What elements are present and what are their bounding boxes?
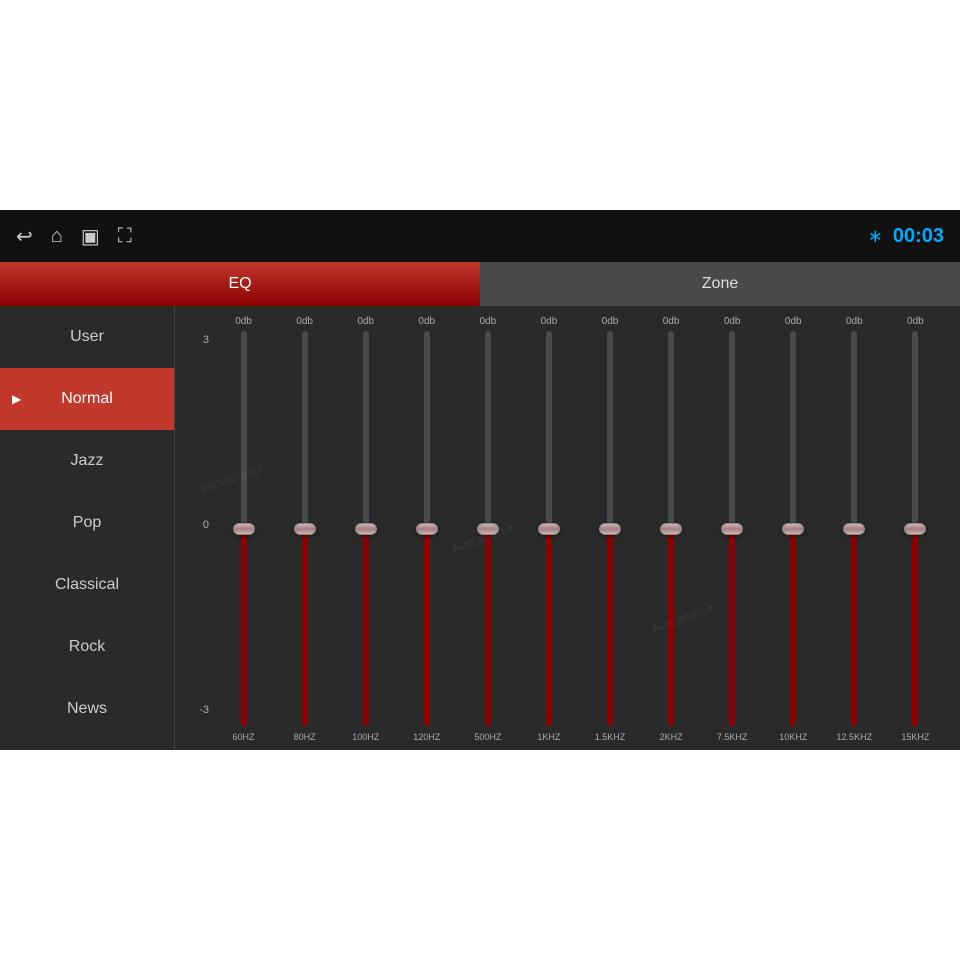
freq-label-8: 7.5KHZ xyxy=(717,732,748,742)
freq-label-9: 10KHZ xyxy=(779,732,807,742)
slider-thumb-3[interactable] xyxy=(416,523,438,535)
window-icon[interactable]: ▣ xyxy=(81,224,100,249)
slider-track-1[interactable] xyxy=(302,331,308,726)
main-content: User Normal Jazz Pop Classical Rock News xyxy=(0,306,960,750)
nav-icons: ↩ ⌂ ▣ ⛶ xyxy=(16,224,132,249)
slider-thumb-6[interactable] xyxy=(599,523,621,535)
slider-track-3[interactable] xyxy=(424,331,430,726)
slider-thumb-9[interactable] xyxy=(782,523,804,535)
eq-band-10KHZ[interactable]: 0db 10KHZ xyxy=(763,316,824,742)
slider-track-10[interactable] xyxy=(851,331,857,726)
tab-bar: EQ Zone xyxy=(0,262,960,306)
sidebar-item-pop[interactable]: Pop xyxy=(0,492,174,554)
sidebar-item-user[interactable]: User xyxy=(0,306,174,368)
freq-label-0: 60HZ xyxy=(233,732,255,742)
sidebar-item-jazz[interactable]: Jazz xyxy=(0,430,174,492)
db-label-5: 0db xyxy=(541,316,558,327)
freq-label-6: 1.5KHZ xyxy=(595,732,626,742)
db-label-11: 0db xyxy=(907,316,924,327)
db-label-3: 0db xyxy=(418,316,435,327)
slider-track-4[interactable] xyxy=(485,331,491,726)
db-label-2: 0db xyxy=(357,316,374,327)
sidebar-item-classical[interactable]: Classical xyxy=(0,554,174,616)
slider-thumb-11[interactable] xyxy=(904,523,926,535)
freq-label-3: 120HZ xyxy=(413,732,440,742)
slider-track-2[interactable] xyxy=(363,331,369,726)
slider-track-11[interactable] xyxy=(912,331,918,726)
freq-label-5: 1KHZ xyxy=(537,732,560,742)
db-label-6: 0db xyxy=(602,316,619,327)
slider-thumb-7[interactable] xyxy=(660,523,682,535)
slider-thumb-4[interactable] xyxy=(477,523,499,535)
sidebar-item-rock[interactable]: Rock xyxy=(0,616,174,678)
sidebar-item-normal[interactable]: Normal xyxy=(0,368,174,430)
eq-band-120HZ[interactable]: 0db 120HZ xyxy=(396,316,457,742)
eq-band-60HZ[interactable]: 0db 60HZ xyxy=(213,316,274,742)
slider-track-9[interactable] xyxy=(790,331,796,726)
time-display: 00:03 xyxy=(893,225,944,248)
eq-band-12.5KHZ[interactable]: 0db 12.5KHZ xyxy=(824,316,885,742)
freq-label-11: 15KHZ xyxy=(901,732,929,742)
slider-track-5[interactable] xyxy=(546,331,552,726)
db-label-8: 0db xyxy=(724,316,741,327)
back-icon[interactable]: ↩ xyxy=(16,224,33,249)
db-label-1: 0db xyxy=(296,316,313,327)
sidebar-item-news[interactable]: News xyxy=(0,678,174,740)
db-label-9: 0db xyxy=(785,316,802,327)
freq-label-4: 500HZ xyxy=(474,732,501,742)
db-label-0: 0db xyxy=(235,316,252,327)
eq-band-1.5KHZ[interactable]: 0db 1.5KHZ xyxy=(579,316,640,742)
gallery-icon[interactable]: ⛶ xyxy=(118,225,132,248)
slider-thumb-8[interactable] xyxy=(721,523,743,535)
slider-track-6[interactable] xyxy=(607,331,613,726)
sidebar: User Normal Jazz Pop Classical Rock News xyxy=(0,306,175,750)
eq-band-1KHZ[interactable]: 0db 1KHZ xyxy=(518,316,579,742)
eq-panel: 3 0 -3 0db60HZ0db80HZ0db100HZ0db120HZ0db… xyxy=(175,306,960,750)
eq-band-7.5KHZ[interactable]: 0db 7.5KHZ xyxy=(702,316,763,742)
freq-label-1: 80HZ xyxy=(294,732,316,742)
eq-band-80HZ[interactable]: 0db 80HZ xyxy=(274,316,335,742)
eq-band-500HZ[interactable]: 0db 500HZ xyxy=(457,316,518,742)
slider-thumb-1[interactable] xyxy=(294,523,316,535)
eq-band-15KHZ[interactable]: 0db 15KHZ xyxy=(885,316,946,742)
scale-mid: 0 xyxy=(203,519,209,531)
slider-track-7[interactable] xyxy=(668,331,674,726)
tab-zone[interactable]: Zone xyxy=(480,262,960,306)
status-area: ∗ 00:03 xyxy=(868,225,944,248)
eq-band-2KHZ[interactable]: 0db 2KHZ xyxy=(641,316,702,742)
home-icon[interactable]: ⌂ xyxy=(51,225,63,248)
db-label-4: 0db xyxy=(480,316,497,327)
top-bar: ↩ ⌂ ▣ ⛶ ∗ 00:03 xyxy=(0,210,960,262)
eq-band-100HZ[interactable]: 0db 100HZ xyxy=(335,316,396,742)
freq-label-10: 12.5KHZ xyxy=(837,732,873,742)
slider-thumb-10[interactable] xyxy=(843,523,865,535)
sliders-container: 0db60HZ0db80HZ0db100HZ0db120HZ0db500HZ0d… xyxy=(213,316,946,742)
db-label-10: 0db xyxy=(846,316,863,327)
bluetooth-icon: ∗ xyxy=(868,226,883,247)
scale-bot: -3 xyxy=(199,704,209,716)
slider-track-8[interactable] xyxy=(729,331,735,726)
device-screen: ↩ ⌂ ▣ ⛶ ∗ 00:03 EQ Zone User Norma xyxy=(0,210,960,750)
tab-eq[interactable]: EQ xyxy=(0,262,480,306)
db-label-7: 0db xyxy=(663,316,680,327)
slider-thumb-0[interactable] xyxy=(233,523,255,535)
slider-thumb-5[interactable] xyxy=(538,523,560,535)
scale-top: 3 xyxy=(203,334,209,346)
slider-thumb-2[interactable] xyxy=(355,523,377,535)
freq-label-2: 100HZ xyxy=(352,732,379,742)
slider-track-0[interactable] xyxy=(241,331,247,726)
freq-label-7: 2KHZ xyxy=(660,732,683,742)
